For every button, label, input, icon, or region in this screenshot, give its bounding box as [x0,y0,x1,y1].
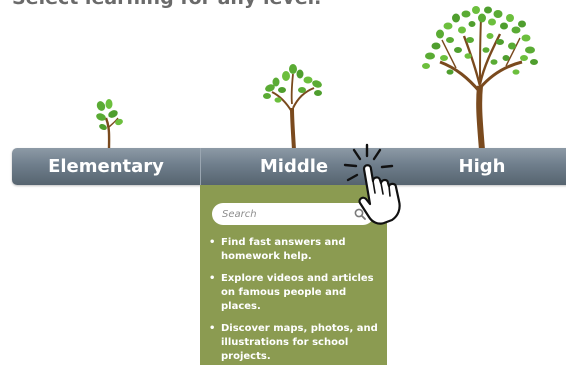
hand-pointer-icon [343,143,401,225]
sprout-icon [96,99,123,151]
search-input[interactable] [222,205,350,223]
tab-elementary[interactable]: Elementary [12,148,200,185]
young-tree-icon [263,64,322,151]
list-item: Find fast answers and homework help. [208,236,380,264]
tree-icon [422,6,538,151]
level-navigation-bar: Elementary Middle High [12,148,566,185]
page-headline: Select learning for any level. [12,0,321,9]
list-item: Explore videos and articles on famous pe… [208,272,380,314]
feature-list: Find fast answers and homework help. Exp… [208,236,380,372]
list-item: Discover maps, photos, and illustrations… [208,322,380,364]
